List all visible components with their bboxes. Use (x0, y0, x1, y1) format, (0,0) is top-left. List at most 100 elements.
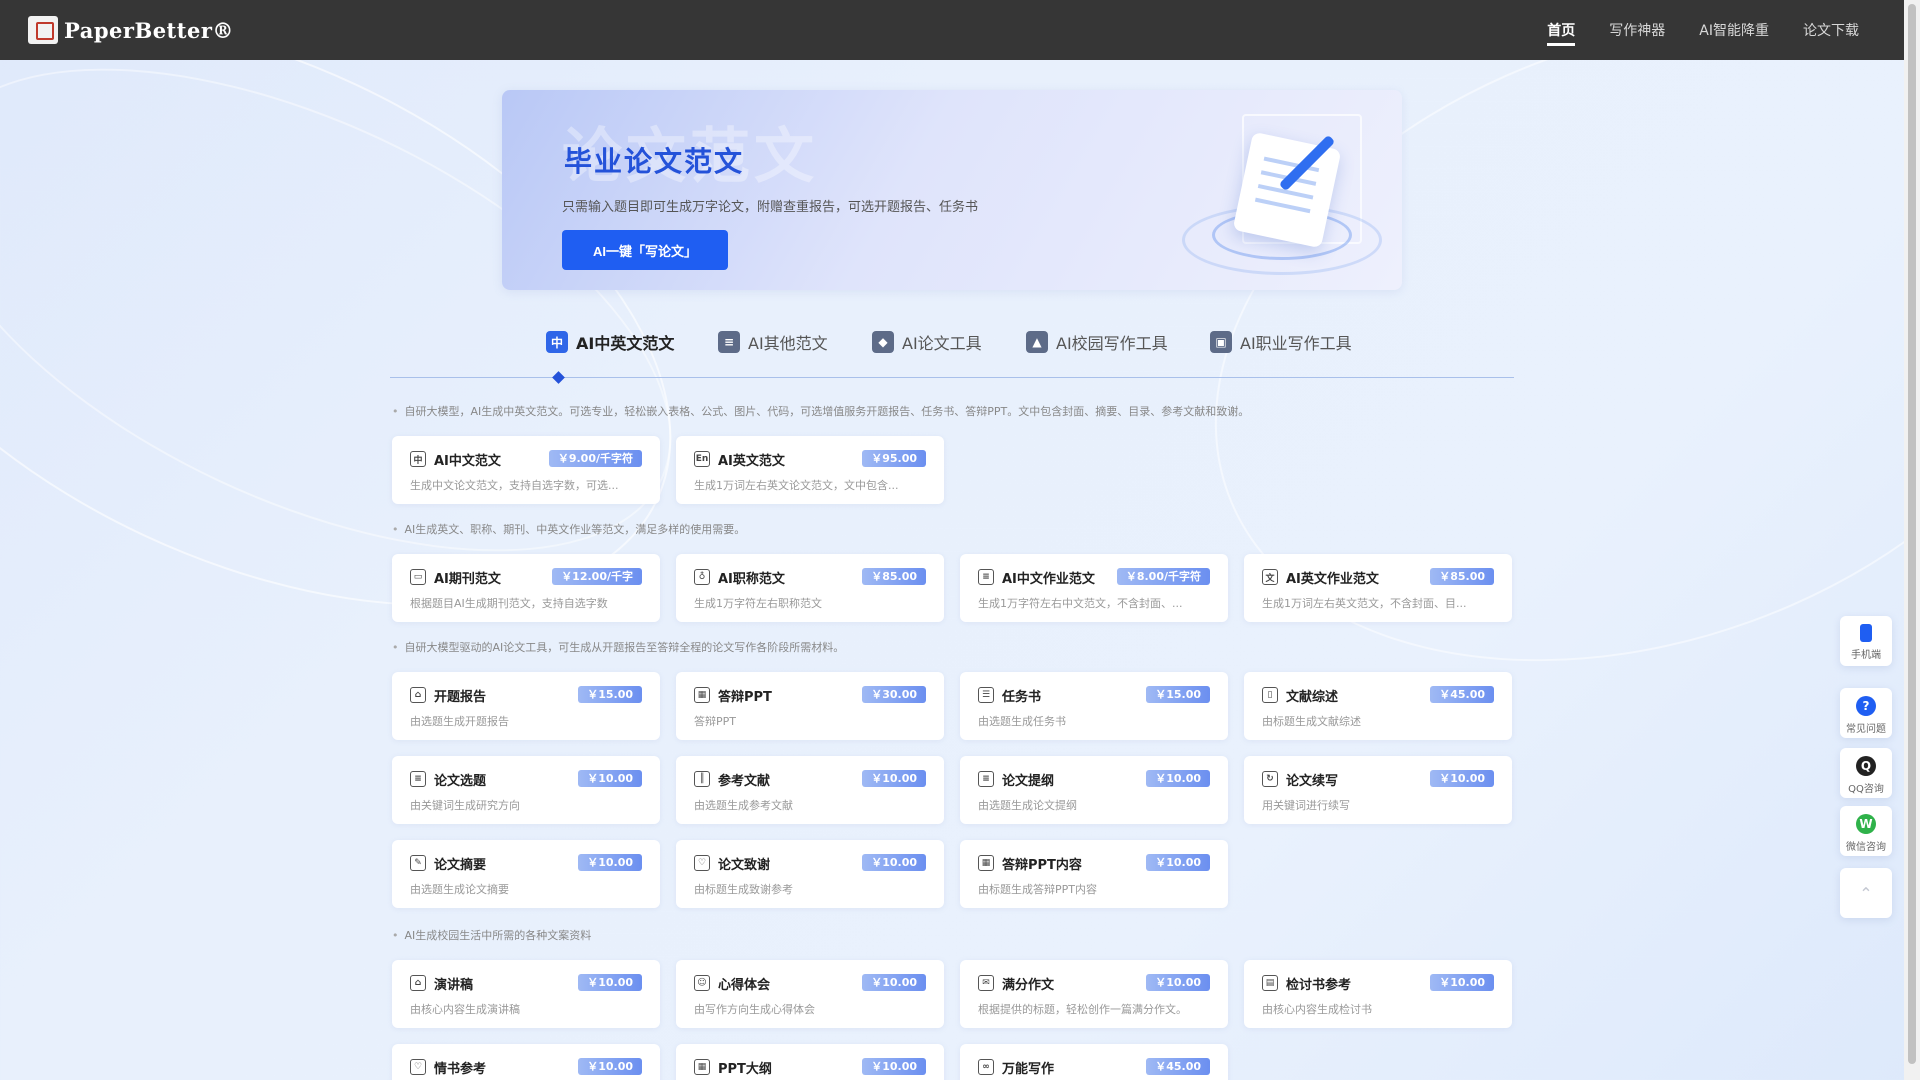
tab-ai-career-tools[interactable]: ▣ AI职业写作工具 (1210, 330, 1352, 354)
phone-icon (1860, 624, 1872, 642)
tool-card[interactable]: ☰ 任务书 ￥15.00 由选题生成任务书 (960, 672, 1228, 740)
card-description: 由核心内容生成检讨书 (1262, 1003, 1372, 1016)
price-badge: ￥45.00 (1146, 1058, 1210, 1075)
nav-writing-tool[interactable]: 写作神器 (1592, 0, 1682, 60)
page-scrollbar[interactable] (1904, 0, 1920, 1080)
card-title: AI期刊范文 (434, 572, 501, 587)
card-title: 答辩PPT内容 (1002, 858, 1082, 873)
graduation-cap-icon: ▲ (1026, 331, 1048, 353)
qq-consult-button[interactable]: Q QQ咨询 (1840, 748, 1892, 798)
card-icon: ⌂ (410, 975, 426, 991)
card-description: 生成中文论文范文，支持自选字数，可选... (410, 479, 619, 492)
tool-card[interactable]: ▯ 文献综述 ￥45.00 由标题生成文献综述 (1244, 672, 1512, 740)
tool-card[interactable]: 中 AI中文范文 ￥9.00/千字符 生成中文论文范文，支持自选字数，可选... (392, 436, 660, 504)
card-icon: ▦ (694, 687, 710, 703)
wechat-consult-button[interactable]: W 微信咨询 (1840, 806, 1892, 856)
back-to-top-icon: ⌃ (1859, 883, 1873, 903)
card-description: 由选题生成论文提纲 (978, 799, 1077, 812)
tool-card[interactable]: ♡ 论文致谢 ￥10.00 由标题生成致谢参考 (676, 840, 944, 908)
card-title: 答辩PPT (718, 690, 772, 705)
card-icon: ♡ (694, 855, 710, 871)
card-title: 论文选题 (434, 774, 487, 789)
card-title: 心得体会 (718, 978, 771, 993)
tool-card[interactable]: ▤ 检讨书参考 ￥10.00 由核心内容生成检讨书 (1244, 960, 1512, 1028)
briefcase-icon: ▣ (1210, 331, 1232, 353)
card-title: AI中文作业范文 (1002, 572, 1095, 587)
tool-card[interactable]: ↻ 论文续写 ￥10.00 用关键词进行续写 (1244, 756, 1512, 824)
tool-card[interactable]: 文 AI英文作业范文 ￥85.00 生成1万词左右英文范文，不含封面、目... (1244, 554, 1512, 622)
sidebar-label: 微信咨询 (1846, 842, 1886, 853)
tool-card[interactable]: ▦ 答辩PPT内容 ￥10.00 由标题生成答辩PPT内容 (960, 840, 1228, 908)
price-badge: ￥30.00 (862, 686, 926, 703)
tab-ai-other-paper[interactable]: ≡ AI其他范文 (718, 330, 828, 354)
card-icon: ≡ (978, 771, 994, 787)
write-paper-button[interactable]: AI一键「写论文」 (562, 230, 728, 270)
tool-card[interactable]: ▦ PPT大纲 ￥10.00 (676, 1044, 944, 1080)
card-icon: ▦ (978, 855, 994, 871)
card-icon: ▯ (1262, 687, 1278, 703)
card-description: 由标题生成文献综述 (1262, 715, 1361, 728)
tool-card[interactable]: ⌂ 演讲稿 ￥10.00 由核心内容生成演讲稿 (392, 960, 660, 1028)
price-badge: ￥10.00 (1430, 770, 1494, 787)
tool-card[interactable]: ✎ 论文摘要 ￥10.00 由选题生成论文摘要 (392, 840, 660, 908)
card-description: 根据题目AI生成期刊范文，支持自选字数 (410, 597, 608, 610)
logo[interactable]: PaperBetter® (28, 16, 234, 44)
price-badge: ￥10.00 (1430, 974, 1494, 991)
card-description: 由写作方向生成心得体会 (694, 1003, 815, 1016)
price-badge: ￥10.00 (578, 974, 642, 991)
mobile-app-button[interactable]: 手机端 (1840, 616, 1892, 666)
chinese-doc-icon: 中 (546, 331, 568, 353)
card-title: AI职称范文 (718, 572, 785, 587)
section-note: AI生成校园生活中所需的各种文案资料 (392, 927, 592, 943)
price-badge: ￥85.00 (862, 568, 926, 585)
tool-card[interactable]: ≡ 论文选题 ￥10.00 由关键词生成研究方向 (392, 756, 660, 824)
card-description: 由选题生成论文摘要 (410, 883, 509, 896)
tab-ai-cn-en-paper[interactable]: 中 AI中英文范文 (546, 330, 674, 354)
card-icon: ║ (694, 771, 710, 787)
banner-title: 毕业论文范文 (564, 145, 745, 178)
price-badge: ￥95.00 (862, 450, 926, 467)
price-badge: ￥10.00 (862, 854, 926, 871)
tool-card[interactable]: ∞ 万能写作 ￥45.00 (960, 1044, 1228, 1080)
tool-card[interactable]: ≡ 论文提纲 ￥10.00 由选题生成论文提纲 (960, 756, 1228, 824)
card-description: 由选题生成开题报告 (410, 715, 509, 728)
tool-card[interactable]: ☺ 心得体会 ￥10.00 由写作方向生成心得体会 (676, 960, 944, 1028)
tool-card[interactable]: ▭ AI期刊范文 ￥12.00/千字 根据题目AI生成期刊范文，支持自选字数 (392, 554, 660, 622)
card-title: PPT大纲 (718, 1062, 772, 1077)
price-badge: ￥10.00 (862, 974, 926, 991)
card-title: 开题报告 (434, 690, 487, 705)
tool-card[interactable]: ♁ AI职称范文 ￥85.00 生成1万字符左右职称范文 (676, 554, 944, 622)
tool-card[interactable]: ▦ 答辩PPT ￥30.00 答辩PPT (676, 672, 944, 740)
tab-ai-paper-tools[interactable]: ◆ AI论文工具 (872, 330, 982, 354)
section-note: AI生成英文、职称、期刊、中英文作业等范文，满足多样的使用需要。 (392, 521, 746, 537)
tool-card[interactable]: ≡ AI中文作业范文 ￥8.00/千字符 生成1万字符左右中文范文，不含封面、... (960, 554, 1228, 622)
card-title: 情书参考 (434, 1062, 487, 1077)
card-icon: ☰ (978, 687, 994, 703)
card-icon: 文 (1262, 569, 1278, 585)
sidebar-label: 手机端 (1851, 650, 1881, 661)
price-badge: ￥10.00 (1146, 974, 1210, 991)
back-to-top-button[interactable]: ⌃ (1840, 868, 1892, 918)
nav-home[interactable]: 首页 (1530, 0, 1592, 60)
price-badge: ￥10.00 (862, 1058, 926, 1075)
tool-card[interactable]: ✉ 满分作文 ￥10.00 根据提供的标题，轻松创作一篇满分作文。 (960, 960, 1228, 1028)
book-icon: ≡ (718, 331, 740, 353)
card-icon: ✎ (410, 855, 426, 871)
card-description: 由标题生成致谢参考 (694, 883, 793, 896)
tab-ai-campus-tools[interactable]: ▲ AI校园写作工具 (1026, 330, 1168, 354)
card-title: AI中文范文 (434, 454, 501, 469)
nav-ai-rewrite[interactable]: AI智能降重 (1682, 0, 1786, 60)
faq-button[interactable]: ? 常见问题 (1840, 688, 1892, 738)
tab-label: AI校园写作工具 (1056, 334, 1168, 353)
tool-card[interactable]: ⌂ 开题报告 ￥15.00 由选题生成开题报告 (392, 672, 660, 740)
scrollbar-thumb[interactable] (1908, 4, 1916, 1064)
card-title: 检讨书参考 (1286, 978, 1352, 993)
card-description: 生成1万词左右英文范文，不含封面、目... (1262, 597, 1467, 610)
tool-card[interactable]: ♡ 情书参考 ￥10.00 (392, 1044, 660, 1080)
tool-card[interactable]: ║ 参考文献 ￥10.00 由选题生成参考文献 (676, 756, 944, 824)
tool-card[interactable]: En AI英文范文 ￥95.00 生成1万词左右英文论文范文，文中包含... (676, 436, 944, 504)
card-icon: ▭ (410, 569, 426, 585)
tab-label: AI职业写作工具 (1240, 334, 1352, 353)
nav-paper-download[interactable]: 论文下载 (1786, 0, 1876, 60)
logo-icon (28, 16, 58, 44)
